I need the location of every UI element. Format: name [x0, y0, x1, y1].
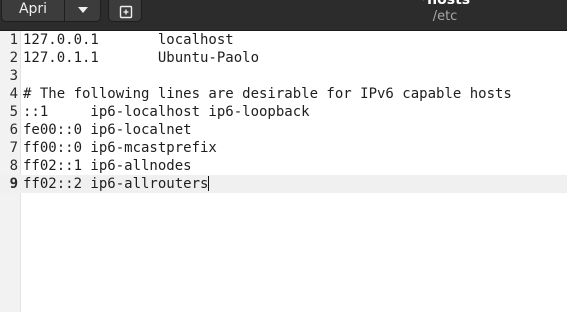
editor-line[interactable]: 3 [0, 67, 567, 85]
line-number: 5 [9, 104, 18, 120]
document-title: *hosts [419, 0, 471, 8]
new-document-icon [119, 5, 133, 19]
line-number: 9 [9, 176, 18, 192]
text-cursor [208, 176, 210, 191]
editor-line[interactable]: 4 # The following lines are desirable for… [0, 85, 567, 103]
new-tab-button[interactable] [108, 0, 142, 22]
editor-line[interactable]: 8 ff02::1 ip6-allnodes [0, 157, 567, 175]
line-content: ff00::0 ip6-mcastprefix [23, 140, 217, 156]
editor-line[interactable]: 6 fe00::0 ip6-localnet [0, 121, 567, 139]
line-content: # The following lines are desirable for … [23, 86, 512, 102]
editor-line[interactable]: 2 127.0.1.1 Ubuntu-Paolo [0, 49, 567, 67]
line-content: ::1 ip6-localhost ip6-loopback [23, 104, 310, 120]
title-area: *hosts /etc [380, 0, 510, 25]
line-text: 127.0.0.1 localhost [23, 31, 234, 49]
line-text: ::1 ip6-localhost ip6-loopback [23, 103, 310, 121]
line-text: fe00::0 ip6-localnet [23, 121, 192, 139]
line-text: 127.0.1.1 Ubuntu-Paolo [23, 49, 259, 67]
editor-line[interactable]: 7 ff00::0 ip6-mcastprefix [0, 139, 567, 157]
open-menu-button[interactable] [65, 0, 101, 22]
line-number: 4 [9, 86, 18, 102]
line-number: 3 [9, 68, 18, 84]
line-number: 6 [9, 122, 18, 138]
line-content: 127.0.1.1 Ubuntu-Paolo [23, 50, 260, 66]
document-path: /etc [432, 9, 458, 24]
line-number: 1 [9, 32, 18, 48]
line-text: ff02::1 ip6-allnodes [23, 157, 192, 175]
line-content: fe00::0 ip6-localnet [23, 122, 192, 138]
line-number: 8 [9, 158, 18, 174]
line-text: ff02::2 ip6-allrouters [23, 175, 210, 193]
line-content: 127.0.0.1 localhost [23, 32, 234, 48]
editor-line[interactable]: 9 ff02::2 ip6-allrouters [0, 175, 567, 193]
open-button[interactable]: Apri [1, 0, 65, 22]
text-editor[interactable]: 1 127.0.0.1 localhost 2 127.0.1.1 Ubuntu-Pa… [0, 31, 567, 312]
line-content: ff02::2 ip6-allrouters [23, 176, 209, 192]
gedit-window: Apri *hosts /etc 1 127.0.0.1 localhost 2 12… [0, 0, 567, 312]
line-number: 2 [9, 50, 18, 66]
editor-line[interactable]: 1 127.0.0.1 localhost [0, 31, 567, 49]
editor-line[interactable]: 5::1 ip6-localhost ip6-loopback [0, 103, 567, 121]
line-text: ff00::0 ip6-mcastprefix [23, 139, 217, 157]
line-text: # The following lines are desirable for … [23, 85, 512, 103]
chevron-down-icon [78, 7, 88, 13]
line-number: 7 [9, 140, 18, 156]
header-bar: Apri *hosts /etc [0, 0, 567, 31]
line-content: ff02::1 ip6-allnodes [23, 158, 192, 174]
